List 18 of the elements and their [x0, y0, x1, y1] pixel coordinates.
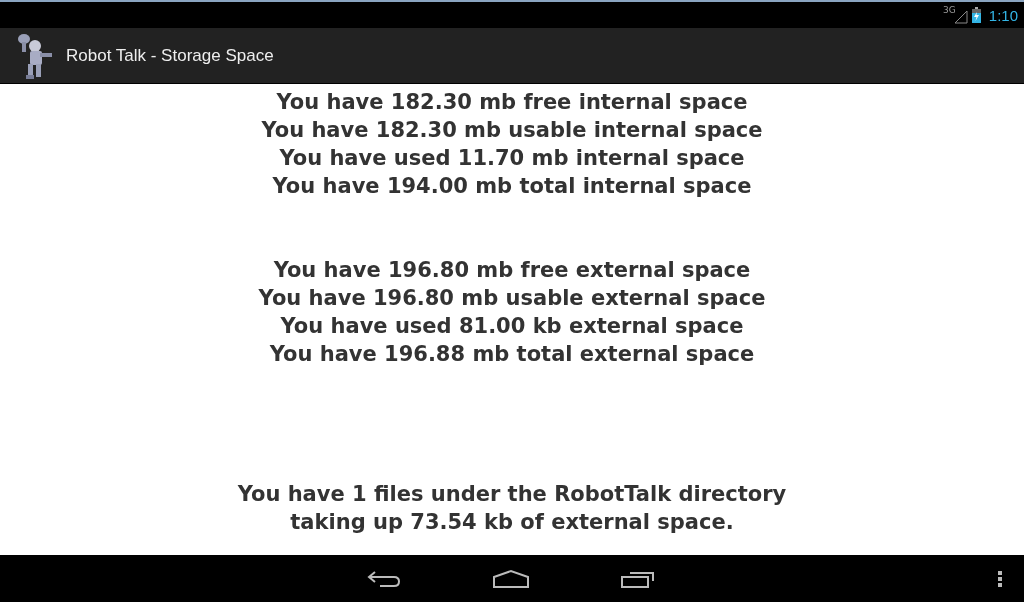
- info-text: You have 1 files under the RobotTalk directory: [237, 481, 787, 508]
- battery-charging-icon: [971, 7, 981, 23]
- signal-icon: [953, 10, 968, 24]
- menu-icon[interactable]: [998, 570, 1002, 587]
- info-text: You have used 11.70 mb internal space: [279, 145, 745, 172]
- info-text: You have 182.30 mb free internal space: [276, 89, 748, 116]
- info-text: You have 196.88 mb total external space: [269, 341, 755, 368]
- info-text: You have 182.30 mb usable internal space: [261, 117, 763, 144]
- home-icon[interactable]: [492, 568, 530, 589]
- network-label: 3G: [943, 5, 956, 15]
- app-title: Robot Talk - Storage Space: [66, 45, 274, 66]
- back-icon[interactable]: [366, 568, 402, 589]
- info-text: You have 196.80 mb usable external space: [258, 285, 766, 312]
- clock: 1:10: [988, 6, 1018, 24]
- info-text: taking up 73.54 kb of external space.: [290, 509, 734, 536]
- info-text: You have 196.80 mb free external space: [273, 257, 751, 284]
- info-text: You have 194.00 mb total internal space: [272, 173, 752, 200]
- info-text: You have used 81.00 kb external space: [280, 313, 744, 340]
